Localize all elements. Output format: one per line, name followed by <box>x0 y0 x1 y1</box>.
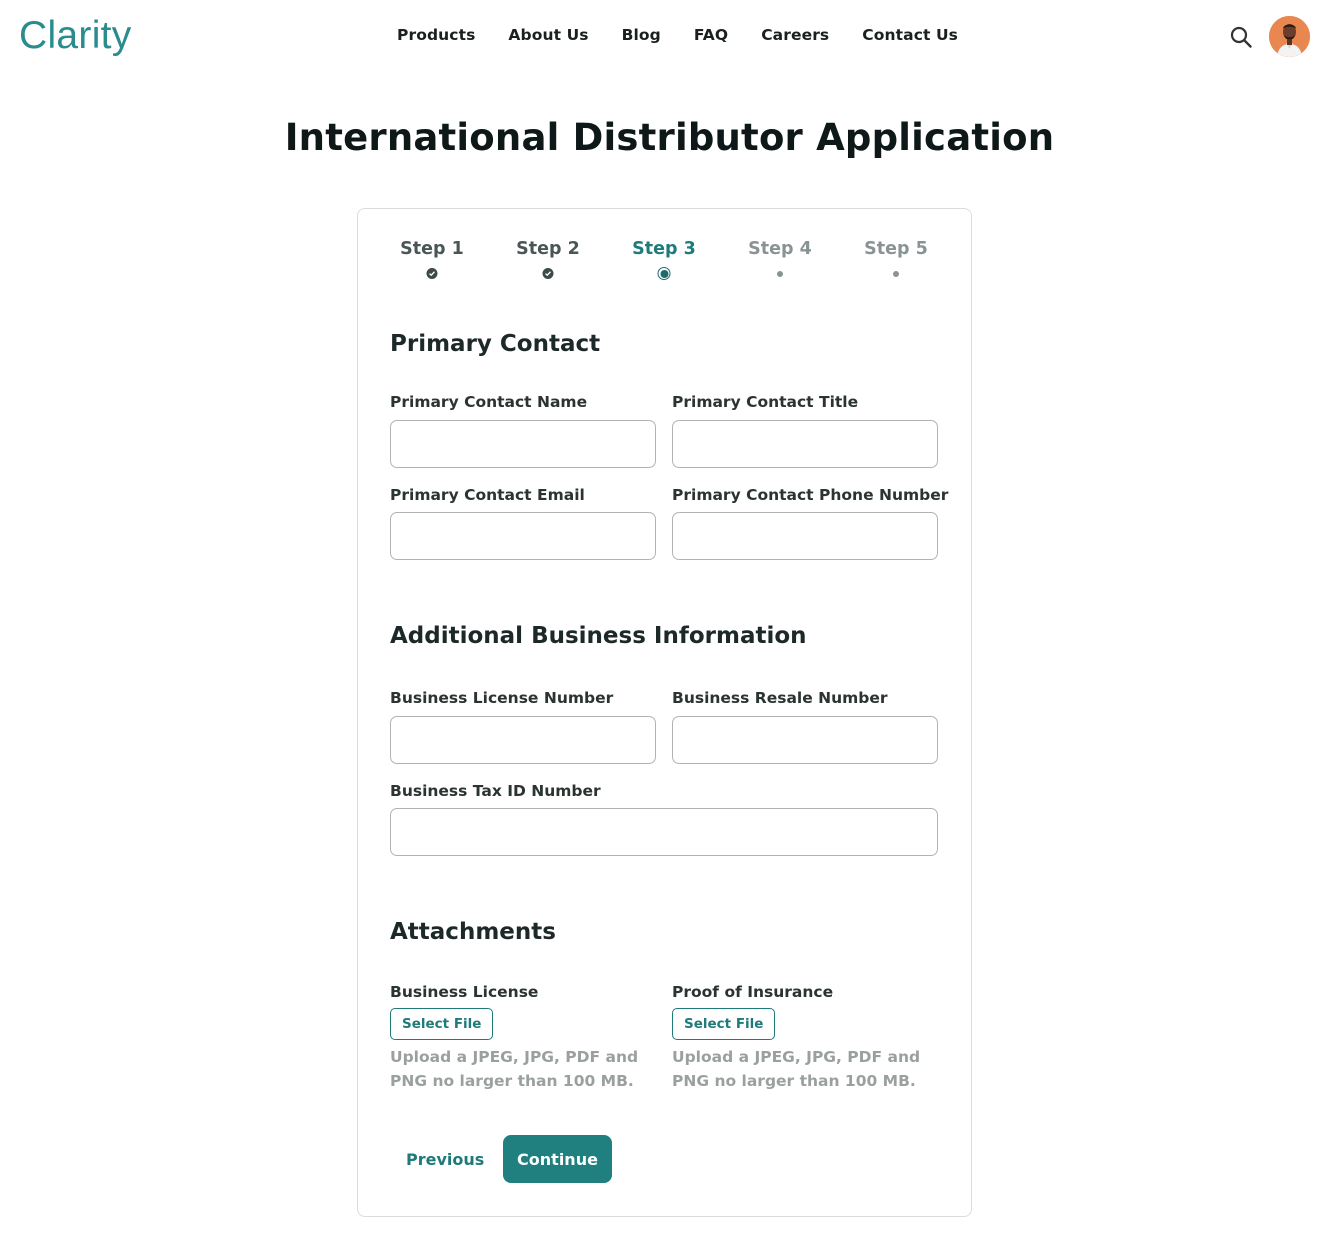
primary-contact-email-input[interactable] <box>390 512 656 560</box>
upload-hint-business-license: Upload a JPEG, JPG, PDF and PNG no large… <box>390 1048 639 1090</box>
nav-faq[interactable]: FAQ <box>694 26 728 44</box>
label-proof-of-insurance: Proof of Insurance <box>672 983 834 1001</box>
section-title-primary-contact: Primary Contact <box>390 331 601 357</box>
nav-about-us[interactable]: About Us <box>508 26 588 44</box>
step-3[interactable]: Step 3 <box>624 239 704 280</box>
main-nav: Products About Us Blog FAQ Careers Conta… <box>397 26 958 44</box>
upload-hint-proof-of-insurance: Upload a JPEG, JPG, PDF and PNG no large… <box>672 1048 921 1090</box>
check-icon <box>542 268 554 279</box>
page-title: International Distributor Application <box>284 116 1055 159</box>
nav-blog[interactable]: Blog <box>622 26 661 44</box>
label-business-license: Business License <box>390 983 539 1001</box>
step-label: Step 4 <box>748 239 812 259</box>
primary-contact-name-input[interactable] <box>390 420 656 468</box>
stepper: Step 1 Step 2 Step 3 Step 4 Step 5 <box>390 239 970 289</box>
select-file-proof-of-insurance-button[interactable]: Select File <box>672 1008 776 1040</box>
dot-icon <box>893 271 899 277</box>
step-label: Step 3 <box>632 239 696 259</box>
business-license-number-input[interactable] <box>390 716 656 764</box>
nav-products[interactable]: Products <box>397 26 475 44</box>
business-tax-id-input[interactable] <box>390 808 938 856</box>
section-title-business-info: Additional Business Information <box>390 623 807 649</box>
section-title-attachments: Attachments <box>390 919 556 945</box>
label-business-license-number: Business License Number <box>390 689 614 707</box>
step-4[interactable]: Step 4 <box>740 239 820 277</box>
label-business-resale-number: Business Resale Number <box>672 689 888 707</box>
step-label: Step 2 <box>516 239 580 259</box>
avatar-portrait <box>1269 16 1310 57</box>
select-file-business-license-button[interactable]: Select File <box>390 1008 494 1040</box>
step-label: Step 1 <box>400 239 464 259</box>
nav-contact-us[interactable]: Contact Us <box>862 26 958 44</box>
dot-icon <box>777 271 783 277</box>
step-2[interactable]: Step 2 <box>508 239 588 279</box>
step-5[interactable]: Step 5 <box>856 239 936 277</box>
step-label: Step 5 <box>864 239 928 259</box>
label-primary-contact-name: Primary Contact Name <box>390 393 588 411</box>
check-icon <box>426 268 438 279</box>
business-resale-number-input[interactable] <box>672 716 938 764</box>
label-primary-contact-email: Primary Contact Email <box>390 486 585 504</box>
step-1[interactable]: Step 1 <box>392 239 472 279</box>
label-business-tax-id: Business Tax ID Number <box>390 782 601 800</box>
label-primary-contact-phone: Primary Contact Phone Number <box>672 486 949 504</box>
clarity-logo[interactable]: Clarity <box>19 14 132 58</box>
application-form-card: Step 1 Step 2 Step 3 Step 4 Step 5 Prima… <box>357 208 972 1217</box>
previous-button[interactable]: Previous <box>390 1135 500 1183</box>
current-step-dot-icon <box>657 267 671 280</box>
continue-button[interactable]: Continue <box>503 1135 612 1183</box>
site-header: Clarity Products About Us Blog FAQ Caree… <box>0 0 1339 74</box>
user-avatar[interactable] <box>1269 16 1310 57</box>
primary-contact-title-input[interactable] <box>672 420 938 468</box>
primary-contact-phone-input[interactable] <box>672 512 938 560</box>
nav-careers[interactable]: Careers <box>761 26 829 44</box>
search-icon[interactable] <box>1229 25 1253 49</box>
label-primary-contact-title: Primary Contact Title <box>672 393 859 411</box>
